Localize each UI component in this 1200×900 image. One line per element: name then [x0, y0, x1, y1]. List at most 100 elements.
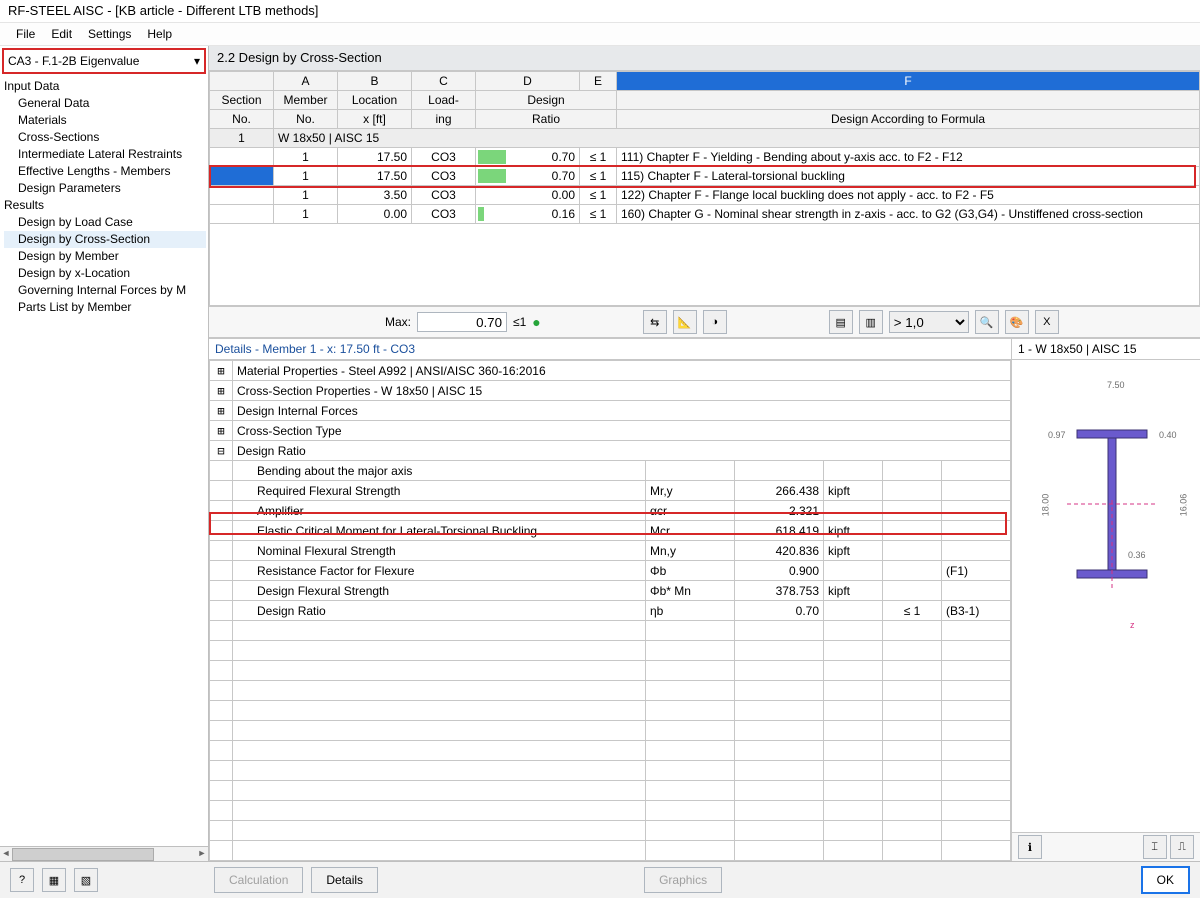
detail-row[interactable]: Elastic Critical Moment for Lateral-Tors…: [210, 521, 1011, 541]
dim-tf2: 0.40: [1159, 430, 1177, 440]
detail-row[interactable]: Amplifierαcr2.321: [210, 501, 1011, 521]
col-F[interactable]: F: [617, 72, 1200, 91]
tree-item[interactable]: Governing Internal Forces by M: [4, 282, 206, 299]
max-cond: ≤1: [513, 315, 526, 329]
sidebar: CA3 - F.1-2B Eigenvalue ▾ Input Data Gen…: [0, 46, 209, 861]
detail-group[interactable]: Design Ratio: [233, 441, 1011, 461]
max-label: Max:: [385, 315, 411, 329]
col-C[interactable]: C: [412, 72, 476, 91]
tree-item[interactable]: Intermediate Lateral Restraints: [4, 146, 206, 163]
tool-icon-1[interactable]: ⇆: [643, 310, 667, 334]
dim-tf: 0.97: [1048, 430, 1066, 440]
expand-icon[interactable]: ⊞: [210, 401, 233, 421]
help-icon[interactable]: ?: [10, 868, 34, 892]
filter-select[interactable]: > 1,0: [889, 311, 969, 333]
detail-row[interactable]: Nominal Flexural StrengthMn,y420.836kipf…: [210, 541, 1011, 561]
result-row[interactable]: 117.50CO30.70≤ 1115) Chapter F - Lateral…: [210, 167, 1200, 186]
max-toolbar: Max: ≤1 ● ⇆ 📐 ◑ ▤ ▥ > 1,0 🔍 🎨 X: [209, 306, 1200, 337]
dim-tw: 0.36: [1128, 550, 1146, 560]
detail-row[interactable]: Resistance Factor for FlexureΦb0.900(F1): [210, 561, 1011, 581]
menu-settings[interactable]: Settings: [80, 25, 139, 43]
tool-icon-3[interactable]: ◑: [703, 310, 727, 334]
group-label: W 18x50 | AISC 15: [274, 129, 1200, 148]
detail-group[interactable]: Material Properties - Steel A992 | ANSI/…: [233, 361, 1011, 381]
scroll-left-icon[interactable]: ◄: [0, 847, 12, 860]
info-icon[interactable]: ℹ: [1018, 835, 1042, 859]
expand-icon[interactable]: ⊞: [210, 421, 233, 441]
tree-item[interactable]: Cross-Sections: [4, 129, 206, 146]
dim-bf: 7.50: [1107, 380, 1125, 390]
detail-group[interactable]: Cross-Section Type: [233, 421, 1011, 441]
window-title: RF-STEEL AISC - [KB article - Different …: [0, 0, 1200, 23]
max-value-input[interactable]: [417, 312, 507, 332]
detail-row[interactable]: Bending about the major axis: [210, 461, 1011, 481]
scroll-right-icon[interactable]: ►: [196, 847, 208, 860]
tree-item[interactable]: Design by x-Location: [4, 265, 206, 282]
tree-item[interactable]: Parts List by Member: [4, 299, 206, 316]
scroll-thumb[interactable]: [12, 848, 154, 861]
details-title: Details - Member 1 - x: 17.50 ft - CO3: [209, 339, 1011, 360]
graphics-button[interactable]: Graphics: [644, 867, 722, 893]
tree-item[interactable]: Materials: [4, 112, 206, 129]
details-button[interactable]: Details: [311, 867, 378, 893]
sidebar-scrollbar[interactable]: ◄ ►: [0, 846, 208, 861]
section-title: 2.2 Design by Cross-Section: [209, 46, 1200, 71]
section-btn-2[interactable]: ⎍: [1170, 835, 1194, 859]
tree-item[interactable]: Design by Member: [4, 248, 206, 265]
preview-canvas: 7.50 0.97 0.40 18.00 16.06 0.36 z: [1012, 360, 1200, 832]
case-selector-value: CA3 - F.1-2B Eigenvalue: [8, 54, 139, 68]
chevron-down-icon: ▾: [194, 54, 200, 68]
section-btn-1[interactable]: ⌶: [1143, 835, 1167, 859]
menu-edit[interactable]: Edit: [43, 25, 80, 43]
detail-row[interactable]: Design Flexural StrengthΦb* Mn378.753kip…: [210, 581, 1011, 601]
nav-tree[interactable]: Input Data General DataMaterialsCross-Se…: [0, 76, 208, 846]
tree-header-results: Results: [4, 197, 206, 214]
result-row[interactable]: 13.50CO30.00≤ 1122) Chapter F - Flange l…: [210, 186, 1200, 205]
dim-d: 18.00: [1040, 494, 1050, 517]
tree-item[interactable]: General Data: [4, 95, 206, 112]
axis-z: z: [1130, 620, 1135, 630]
menu-file[interactable]: File: [8, 25, 43, 43]
results-grid: A B C D E F Section Member Location Load…: [209, 71, 1200, 338]
detail-row[interactable]: Required Flexural StrengthMr,y266.438kip…: [210, 481, 1011, 501]
ibeam-shape: [1057, 400, 1157, 590]
main-panel: 2.2 Design by Cross-Section A B C D E F …: [209, 46, 1200, 861]
case-selector[interactable]: CA3 - F.1-2B Eigenvalue ▾: [2, 48, 206, 74]
expand-icon[interactable]: ⊟: [210, 441, 233, 461]
grid-empty: [209, 224, 1200, 306]
section-no[interactable]: 1: [210, 129, 274, 148]
result-row[interactable]: 10.00CO30.16≤ 1160) Chapter G - Nominal …: [210, 205, 1200, 224]
tool-icon-5[interactable]: ▥: [859, 310, 883, 334]
tree-item[interactable]: Design by Load Case: [4, 214, 206, 231]
section-preview: 1 - W 18x50 | AISC 15 7.50 0.97 0.40 18.…: [1012, 339, 1200, 861]
menu-bar: File Edit Settings Help: [0, 23, 1200, 46]
detail-group[interactable]: Design Internal Forces: [233, 401, 1011, 421]
col-A[interactable]: A: [274, 72, 338, 91]
tree-item[interactable]: Design Parameters: [4, 180, 206, 197]
col-E[interactable]: E: [580, 72, 617, 91]
footer-icon-1[interactable]: ▦: [42, 868, 66, 892]
expand-icon[interactable]: ⊞: [210, 361, 233, 381]
ok-button[interactable]: OK: [1141, 866, 1190, 894]
export-excel-icon[interactable]: X: [1035, 310, 1059, 334]
footer-bar: ? ▦ ▧ Calculation Details Graphics OK: [0, 861, 1200, 898]
filter-icon[interactable]: 🔍: [975, 310, 999, 334]
col-D[interactable]: D: [476, 72, 580, 91]
preview-title: 1 - W 18x50 | AISC 15: [1012, 339, 1200, 360]
tree-item[interactable]: Design by Cross-Section: [4, 231, 206, 248]
detail-row[interactable]: Design Ratioηb0.70≤ 1(B3-1): [210, 601, 1011, 621]
detail-group[interactable]: Cross-Section Properties - W 18x50 | AIS…: [233, 381, 1011, 401]
details-panel: Details - Member 1 - x: 17.50 ft - CO3 ⊞…: [209, 339, 1012, 861]
tool-icon-2[interactable]: 📐: [673, 310, 697, 334]
dim-d2: 16.06: [1178, 494, 1188, 517]
calculation-button[interactable]: Calculation: [214, 867, 303, 893]
check-ok-icon: ●: [532, 314, 540, 330]
menu-help[interactable]: Help: [139, 25, 180, 43]
footer-icon-2[interactable]: ▧: [74, 868, 98, 892]
col-B[interactable]: B: [338, 72, 412, 91]
tool-icon-4[interactable]: ▤: [829, 310, 853, 334]
expand-icon[interactable]: ⊞: [210, 381, 233, 401]
tree-item[interactable]: Effective Lengths - Members: [4, 163, 206, 180]
color-icon[interactable]: 🎨: [1005, 310, 1029, 334]
result-row[interactable]: 117.50CO30.70≤ 1111) Chapter F - Yieldin…: [210, 148, 1200, 167]
